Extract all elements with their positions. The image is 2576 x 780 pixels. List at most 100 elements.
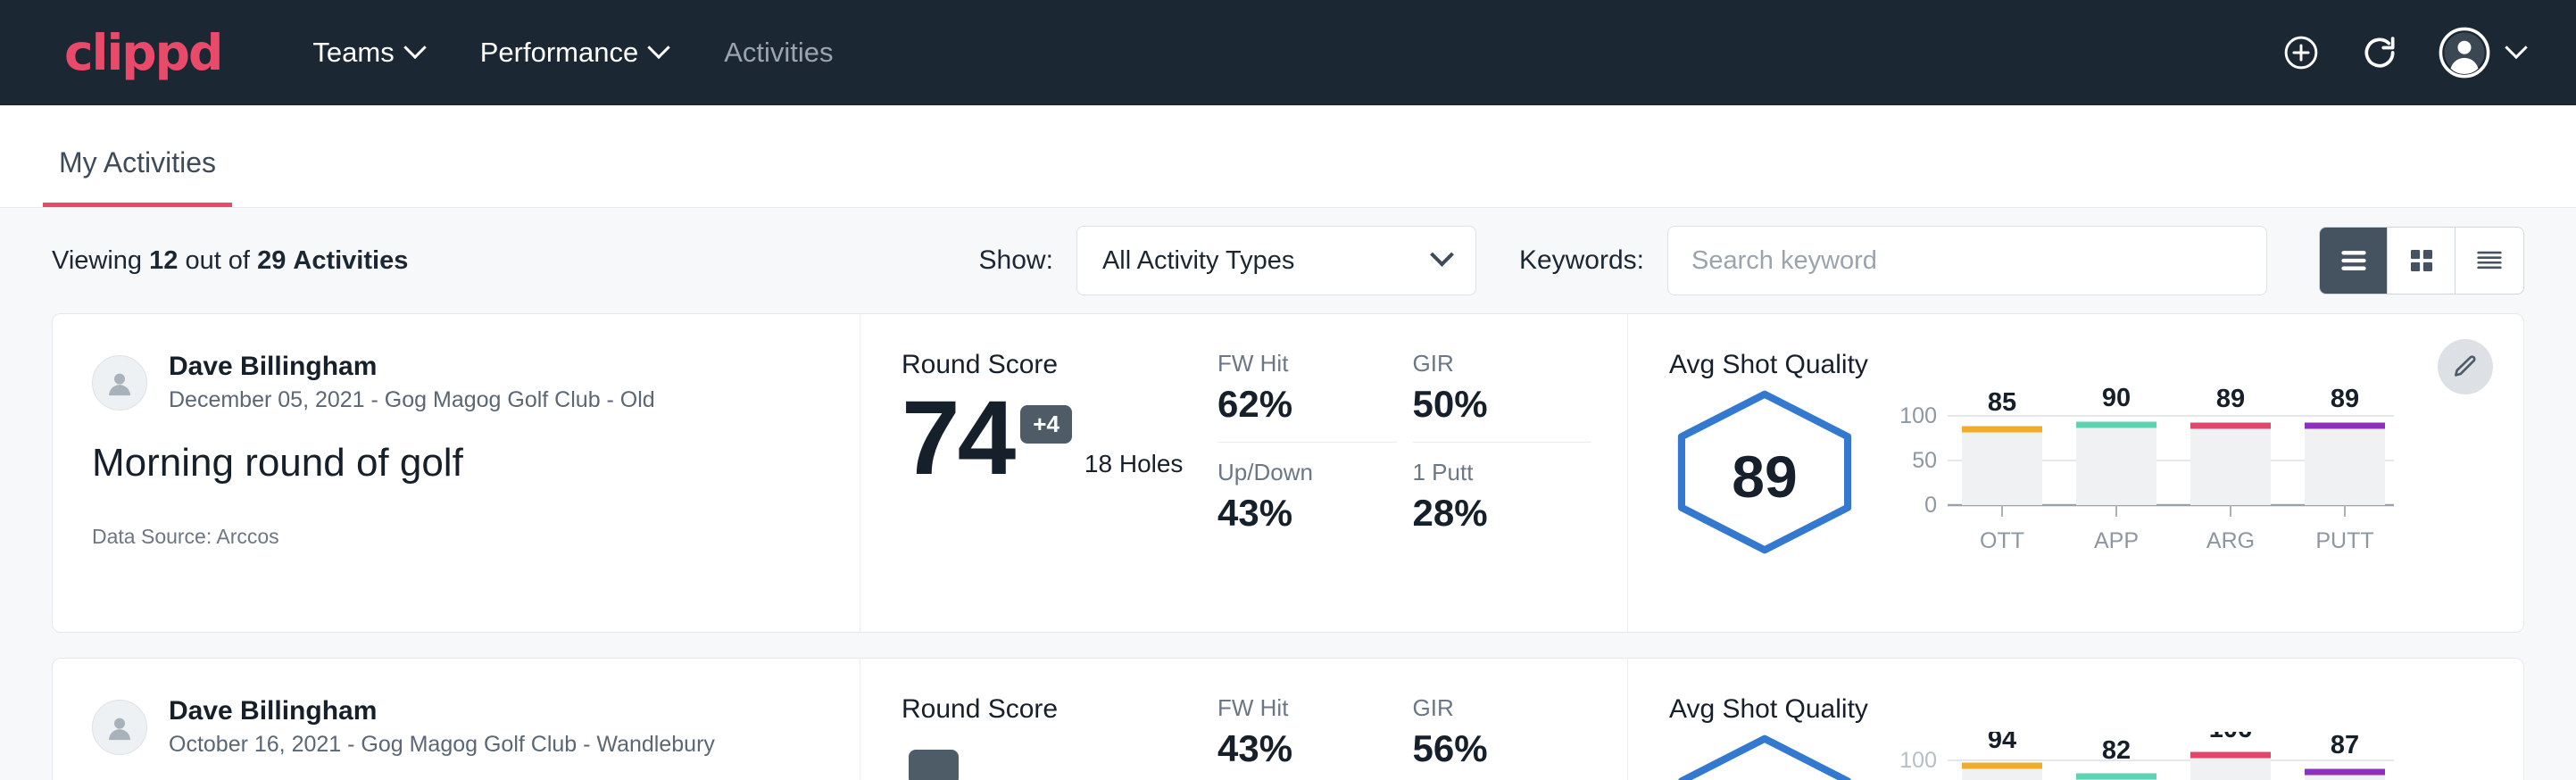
activities-toolbar: Viewing 12 out of 29 Activities Show: Al… (52, 208, 2524, 313)
stat-one-putt-value: 28% (1413, 492, 1592, 535)
svg-text:82: 82 (2102, 736, 2131, 765)
avg-shot-quality-body: 89 100 50 0 85 (1669, 387, 2434, 567)
viewing-total: 29 (257, 246, 286, 275)
tab-my-activities[interactable]: My Activities (43, 146, 232, 207)
keywords-label: Keywords: (1519, 245, 1644, 276)
nav-item-performance-label: Performance (480, 37, 638, 69)
stat-gir-label: GIR (1413, 350, 1592, 378)
activity-title: Morning round of golf (92, 441, 820, 485)
avg-shot-quality-section: Avg Shot Quality 89 100 50 0 (1628, 314, 2523, 632)
bar-chart-svg: 100 50 0 85 OTT (1898, 387, 2397, 562)
chevron-down-icon (2505, 37, 2527, 59)
svg-text:APP: APP (2094, 528, 2139, 553)
activity-card-info: Dave Billingham October 16, 2021 - Gog M… (53, 659, 860, 780)
search-input-placeholder: Search keyword (1691, 246, 1877, 276)
viewing-suffix: Activities (293, 246, 408, 275)
activity-card[interactable]: Dave Billingham October 16, 2021 - Gog M… (52, 658, 2524, 780)
shot-quality-chart: 100 50 0 94 OTT 82 (1898, 732, 2434, 780)
activity-data-source: Data Source: Arccos (92, 525, 820, 549)
tab-my-activities-label: My Activities (59, 146, 216, 178)
svg-text:85: 85 (1988, 388, 2016, 417)
avg-shot-quality-body: 100 50 0 94 OTT 82 (1669, 732, 2434, 780)
avg-shot-quality-section: Avg Shot Quality 100 50 0 (1628, 659, 2523, 780)
viewing-prefix: Viewing (52, 246, 142, 275)
compact-view-button[interactable] (2456, 228, 2523, 294)
shot-quality-chart: 100 50 0 85 OTT (1898, 387, 2434, 567)
stat-fw-hit-label: FW Hit (1217, 694, 1397, 722)
grid-view-button[interactable] (2388, 228, 2456, 294)
svg-text:0: 0 (1924, 493, 1937, 518)
round-score-value-row: 74 +4 18 Holes (902, 386, 1209, 491)
nav-item-activities[interactable]: Activities (720, 28, 836, 78)
stat-fw-hit-value: 62% (1217, 383, 1397, 426)
activity-person: Dave Billingham October 16, 2021 - Gog M… (92, 694, 820, 760)
bar-chart-svg: 100 50 0 94 OTT 82 (1898, 732, 2397, 780)
stat-gir: GIR 50% (1413, 350, 1592, 443)
chevron-down-icon (1430, 242, 1454, 266)
svg-text:OTT: OTT (1980, 528, 2024, 553)
round-score-section: Round Score (860, 659, 1217, 780)
activity-person-name: Dave Billingham (169, 694, 715, 728)
clippd-logo[interactable]: clippd (64, 24, 221, 81)
activity-person-name: Dave Billingham (169, 350, 655, 384)
stat-one-putt: 1 Putt 28% (1413, 459, 1592, 544)
activity-stats-grid: FW Hit 62% GIR 50% Up/Down 43% 1 Putt 28… (1217, 314, 1628, 632)
shot-quality-hexagon: 89 (1669, 387, 1860, 561)
svg-text:ARG: ARG (2206, 528, 2255, 553)
avg-shot-quality-label: Avg Shot Quality (1669, 350, 2434, 380)
nav-item-performance[interactable]: Performance (477, 28, 670, 78)
chevron-down-icon (647, 37, 669, 59)
round-score-value-row (902, 730, 1209, 780)
svg-text:87: 87 (2331, 732, 2359, 759)
stat-fw-hit: FW Hit 43% (1217, 694, 1397, 780)
stat-fw-hit: FW Hit 62% (1217, 350, 1397, 443)
activity-meta: October 16, 2021 - Gog Magog Golf Club -… (169, 728, 715, 760)
main-nav-items: Teams Performance Activities (309, 28, 836, 78)
svg-text:100: 100 (1899, 748, 1937, 773)
add-icon[interactable] (2281, 33, 2321, 72)
edit-activity-button[interactable] (2438, 339, 2493, 394)
list-view-button[interactable] (2320, 228, 2388, 294)
stat-fw-hit-label: FW Hit (1217, 350, 1397, 378)
activity-type-selected-value: All Activity Types (1102, 246, 1294, 276)
stat-gir: GIR 56% (1413, 694, 1592, 780)
svg-text:89: 89 (2331, 387, 2359, 413)
nav-item-teams[interactable]: Teams (309, 28, 426, 78)
round-holes: 18 Holes (1084, 450, 1184, 478)
svg-text:90: 90 (2102, 387, 2131, 412)
stat-one-putt-label: 1 Putt (1413, 459, 1592, 486)
avatar (92, 355, 147, 411)
refresh-icon[interactable] (2360, 33, 2399, 72)
stat-up-down: Up/Down 43% (1217, 459, 1397, 544)
chevron-down-icon (403, 37, 426, 59)
activity-stats-grid: FW Hit 43% GIR 56% (1217, 659, 1628, 780)
viewing-count-text: Viewing 12 out of 29 Activities (52, 246, 408, 276)
activity-type-select[interactable]: All Activity Types (1076, 226, 1476, 295)
svg-text:100: 100 (1899, 403, 1937, 428)
top-navigation-bar: clippd Teams Performance Activities (0, 0, 2576, 105)
round-score-badge (909, 750, 959, 780)
toolbar-controls: Show: All Activity Types Keywords: Searc… (979, 226, 2524, 295)
stat-up-down-label: Up/Down (1217, 459, 1397, 486)
svg-text:PUTT: PUTT (2315, 528, 2373, 553)
account-avatar[interactable] (2439, 27, 2524, 79)
nav-actions (2281, 27, 2524, 79)
tab-bar: My Activities (0, 105, 2576, 208)
svg-text:106: 106 (2209, 732, 2252, 743)
svg-text:89: 89 (2216, 387, 2245, 413)
round-score-label: Round Score (902, 350, 1209, 380)
activity-meta: December 05, 2021 - Gog Magog Golf Club … (169, 384, 655, 416)
activity-card[interactable]: Dave Billingham December 05, 2021 - Gog … (52, 313, 2524, 633)
stat-gir-value: 56% (1413, 727, 1592, 770)
viewing-count: 12 (149, 246, 178, 275)
search-input[interactable]: Search keyword (1667, 226, 2267, 295)
stat-fw-hit-value: 43% (1217, 727, 1397, 770)
main-content: Viewing 12 out of 29 Activities Show: Al… (0, 208, 2576, 780)
avatar (92, 700, 147, 755)
nav-item-teams-label: Teams (312, 37, 394, 69)
show-label: Show: (979, 245, 1053, 276)
round-score-value: 74 (902, 386, 1013, 491)
activity-person: Dave Billingham December 05, 2021 - Gog … (92, 350, 820, 416)
round-score-badge: +4 (1020, 405, 1072, 444)
stat-gir-label: GIR (1413, 694, 1592, 722)
